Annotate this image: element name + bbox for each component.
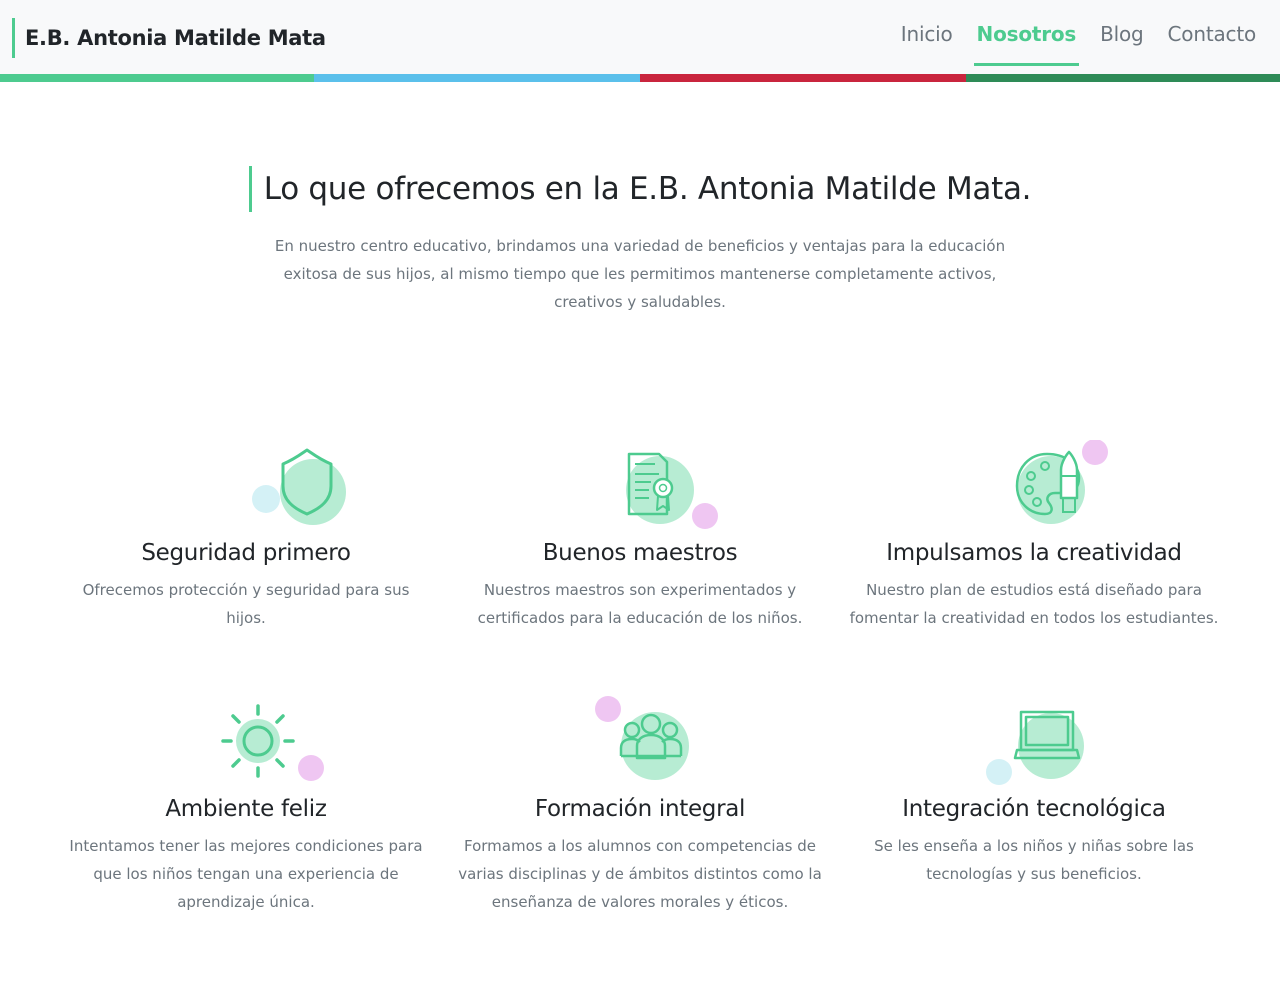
color-stripe — [0, 74, 1280, 82]
navbar: E.B. Antonia Matilde Mata Inicio Nosotro… — [0, 0, 1280, 74]
nav-link-inicio[interactable]: Inicio — [889, 0, 965, 66]
feature-card: Impulsamos la creatividad Nuestro plan d… — [839, 440, 1229, 632]
stripe-dark-green — [966, 74, 1280, 82]
shield-icon — [252, 448, 346, 525]
brand-logo[interactable]: E.B. Antonia Matilde Mata — [12, 18, 326, 58]
feature-card: Ambiente feliz Intentamos tener las mejo… — [51, 696, 441, 916]
feature-card: Buenos maestros Nuestros maestros son ex… — [445, 440, 835, 632]
sun-icon — [221, 704, 324, 781]
feature-text: Ofrecemos protección y seguridad para su… — [82, 581, 410, 627]
feature-text: Nuestro plan de estudios está diseñado p… — [849, 581, 1219, 627]
feature-card: Integración tecnológica Se les enseña a … — [839, 696, 1229, 888]
feature-text: Intentamos tener las mejores condiciones… — [69, 837, 423, 911]
nav-link-contacto[interactable]: Contacto — [1156, 0, 1268, 66]
feature-icon-area — [445, 440, 835, 530]
feature-title: Ambiente feliz — [165, 796, 327, 822]
feature-icon-area — [51, 440, 441, 530]
feature-icon-area — [445, 696, 835, 786]
section-title: Lo que ofrecemos en la E.B. Antonia Mati… — [248, 166, 1032, 212]
feature-icon-area — [839, 696, 1229, 786]
feature-card: Seguridad primero Ofrecemos protección y… — [51, 440, 441, 632]
feature-title: Seguridad primero — [141, 540, 351, 566]
feature-text: Se les enseña a los niños y niñas sobre … — [874, 837, 1194, 883]
feature-text: Nuestros maestros son experimentados y c… — [477, 581, 803, 627]
feature-title: Formación integral — [534, 796, 746, 822]
group-icon — [595, 696, 689, 780]
stripe-red — [640, 74, 966, 82]
nav-menu: Inicio Nosotros Blog Contacto — [889, 0, 1268, 74]
feature-text: Formamos a los alumnos con competencias … — [458, 837, 822, 911]
section-header: Lo que ofrecemos en la E.B. Antonia Mati… — [0, 166, 1280, 212]
stripe-green — [0, 74, 314, 82]
certificate-icon — [626, 452, 718, 529]
nav-link-blog[interactable]: Blog — [1088, 0, 1155, 66]
feature-title: Impulsamos la creatividad — [886, 540, 1182, 566]
section-intro: En nuestro centro educativo, brindamos u… — [274, 237, 1006, 311]
feature-title: Buenos maestros — [542, 540, 738, 566]
laptop-icon — [986, 710, 1084, 785]
stripe-blue — [314, 74, 640, 82]
feature-icon-area — [51, 696, 441, 786]
feature-icon-area — [839, 440, 1229, 530]
palette-icon — [1015, 440, 1108, 524]
feature-title: Integración tecnológica — [902, 796, 1166, 822]
nav-link-nosotros[interactable]: Nosotros — [965, 0, 1089, 66]
feature-card: Formación integral Formamos a los alumno… — [445, 696, 835, 916]
